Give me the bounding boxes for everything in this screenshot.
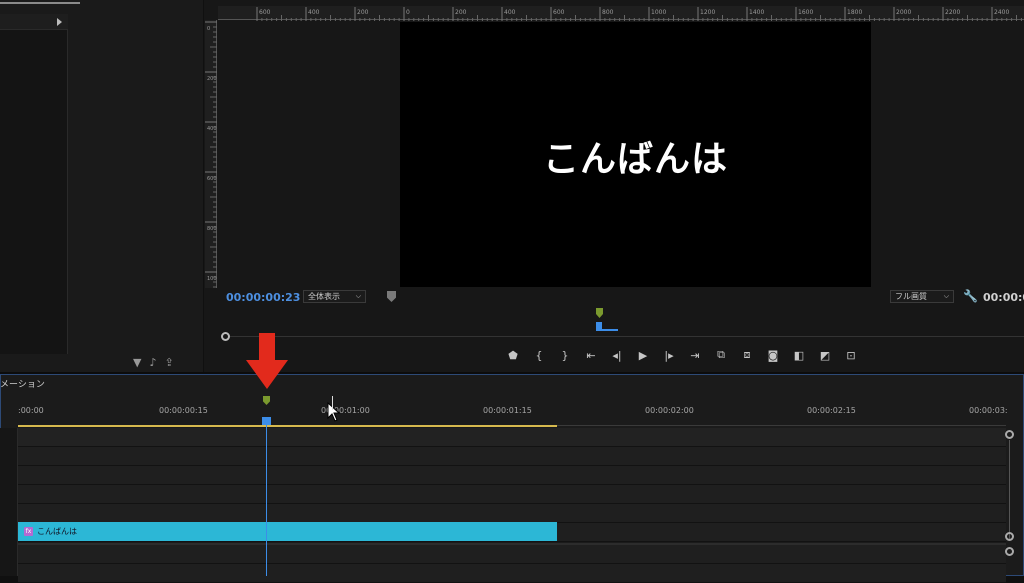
track-row[interactable] <box>18 447 1006 466</box>
track-row[interactable] <box>18 466 1006 485</box>
mark-out-icon[interactable]: } <box>552 347 578 363</box>
panel-tab-underline <box>0 0 80 4</box>
step-back-icon[interactable]: ◂| <box>604 347 630 363</box>
scroll-handle-top[interactable] <box>1005 430 1014 439</box>
playback-quality-select[interactable]: フル画質 ⌵ <box>890 290 954 303</box>
cursor-snap-line <box>332 396 333 410</box>
top-ruler-ticks: 600 400 200 0 200 400 600 800 1000 1200 1400 1600 18… <box>256 7 1022 21</box>
toggle-proxies-icon[interactable]: ◩ <box>812 347 838 363</box>
monitor-top-ruler: 600 400 200 0 200 400 600 800 1000 1200 1400 1600 18… <box>218 6 1024 21</box>
scrub-zoom-handle[interactable] <box>221 332 230 341</box>
time-label: 00:00:02:00 <box>645 406 694 415</box>
monitor-playhead-icon[interactable] <box>596 322 618 332</box>
overwrite-icon[interactable]: ⧈ <box>734 347 760 363</box>
ruler-label: 1400 <box>749 9 764 16</box>
work-area-bar[interactable] <box>18 425 557 427</box>
ruler-label: 200 <box>455 9 467 16</box>
ruler-label: 200 <box>357 9 369 16</box>
duration-timecode: 00:00:01 <box>983 291 1024 304</box>
track-headers <box>0 428 18 576</box>
export-frame-icon[interactable]: ◙ <box>760 347 786 363</box>
filter-icon[interactable]: ▼ <box>133 356 141 369</box>
zoom-level-select[interactable]: 全体表示 ⌵ <box>303 290 366 303</box>
insert-icon[interactable]: ⧉ <box>708 347 734 363</box>
ruler-label: 1000 <box>651 9 666 16</box>
project-list-area[interactable] <box>0 30 68 354</box>
ruler-label: 0 <box>207 26 210 32</box>
monitor-left-ruler: 02004006008001000 <box>205 20 220 288</box>
ruler-label: 2000 <box>896 9 911 16</box>
playhead-line[interactable] <box>266 425 267 576</box>
chevron-down-icon: ⌵ <box>355 292 361 300</box>
button-editor-icon[interactable]: ⊡ <box>838 347 864 363</box>
panel-menu-icon[interactable] <box>57 18 62 26</box>
step-forward-icon[interactable]: |▸ <box>656 347 682 363</box>
ruler-label: 400 <box>504 9 516 16</box>
ruler-label: 600 <box>553 9 565 16</box>
mark-in-icon[interactable]: { <box>526 347 552 363</box>
ruler-label: 1600 <box>798 9 813 16</box>
audio-icon[interactable]: ♪ <box>149 356 156 369</box>
project-panel-footer: ▼ ♪ ⇪ <box>133 356 174 369</box>
time-label: 00:00:00:15 <box>159 406 208 415</box>
monitor-scrub-bar[interactable] <box>228 336 1024 337</box>
track-row[interactable] <box>18 428 1006 447</box>
play-icon[interactable]: ▶ <box>630 347 656 363</box>
scroll-handle-bottom[interactable] <box>1005 532 1014 541</box>
time-label: 00:00:01:15 <box>483 406 532 415</box>
go-to-out-icon[interactable]: ⇥ <box>682 347 708 363</box>
ruler-label: 800 <box>602 9 614 16</box>
red-arrow-icon <box>246 333 288 389</box>
title-clip[interactable]: fx こんばんは <box>18 522 557 541</box>
marker-icon[interactable]: ⬟ <box>500 347 526 363</box>
ruler-label: 400 <box>308 9 320 16</box>
timeline-vertical-scrollbar[interactable] <box>1004 430 1016 576</box>
time-label: 00:00:02:15 <box>807 406 856 415</box>
fx-badge-icon: fx <box>24 527 33 536</box>
project-panel-header <box>0 14 68 30</box>
time-label: :00:00 <box>18 406 44 415</box>
timeline-sequence-title[interactable]: メーション <box>0 377 45 390</box>
ruler-label: 1200 <box>700 9 715 16</box>
zoom-level-value: 全体表示 <box>308 292 340 301</box>
left-ruler-ticks: 02004006008001000 <box>205 21 220 288</box>
audio-scroll-handle[interactable] <box>1005 547 1014 556</box>
wrench-icon[interactable]: 🔧 <box>963 289 978 303</box>
export-icon[interactable]: ⇪ <box>165 356 174 369</box>
ruler-label: 1800 <box>847 9 862 16</box>
ruler-label: 0 <box>406 9 410 16</box>
canvas-title-text[interactable]: こんばんは <box>400 130 871 182</box>
track-row[interactable] <box>18 545 1006 564</box>
track-row[interactable] <box>18 504 1006 523</box>
transport-controls: ⬟ { } ⇤ ◂| ▶ |▸ ⇥ ⧉ ⧈ ◙ ◧ ◩ ⊡ <box>500 347 864 363</box>
track-row[interactable] <box>18 485 1006 504</box>
go-to-in-icon[interactable]: ⇤ <box>578 347 604 363</box>
ruler-label: 2200 <box>945 9 960 16</box>
chevron-down-icon: ⌵ <box>943 292 949 300</box>
track-row[interactable] <box>18 564 1006 583</box>
playhead-handle[interactable] <box>262 417 271 425</box>
mouse-cursor-icon <box>327 402 341 422</box>
quality-value: フル画質 <box>895 292 927 301</box>
clip-label: こんばんは <box>37 527 77 536</box>
time-label: 00:00:03: <box>969 406 1008 415</box>
current-timecode[interactable]: 00:00:00:23 <box>226 291 300 304</box>
ruler-label: 2400 <box>994 9 1009 16</box>
ruler-label: 600 <box>259 9 271 16</box>
scroll-track[interactable] <box>1009 440 1010 540</box>
comparison-view-icon[interactable]: ◧ <box>786 347 812 363</box>
